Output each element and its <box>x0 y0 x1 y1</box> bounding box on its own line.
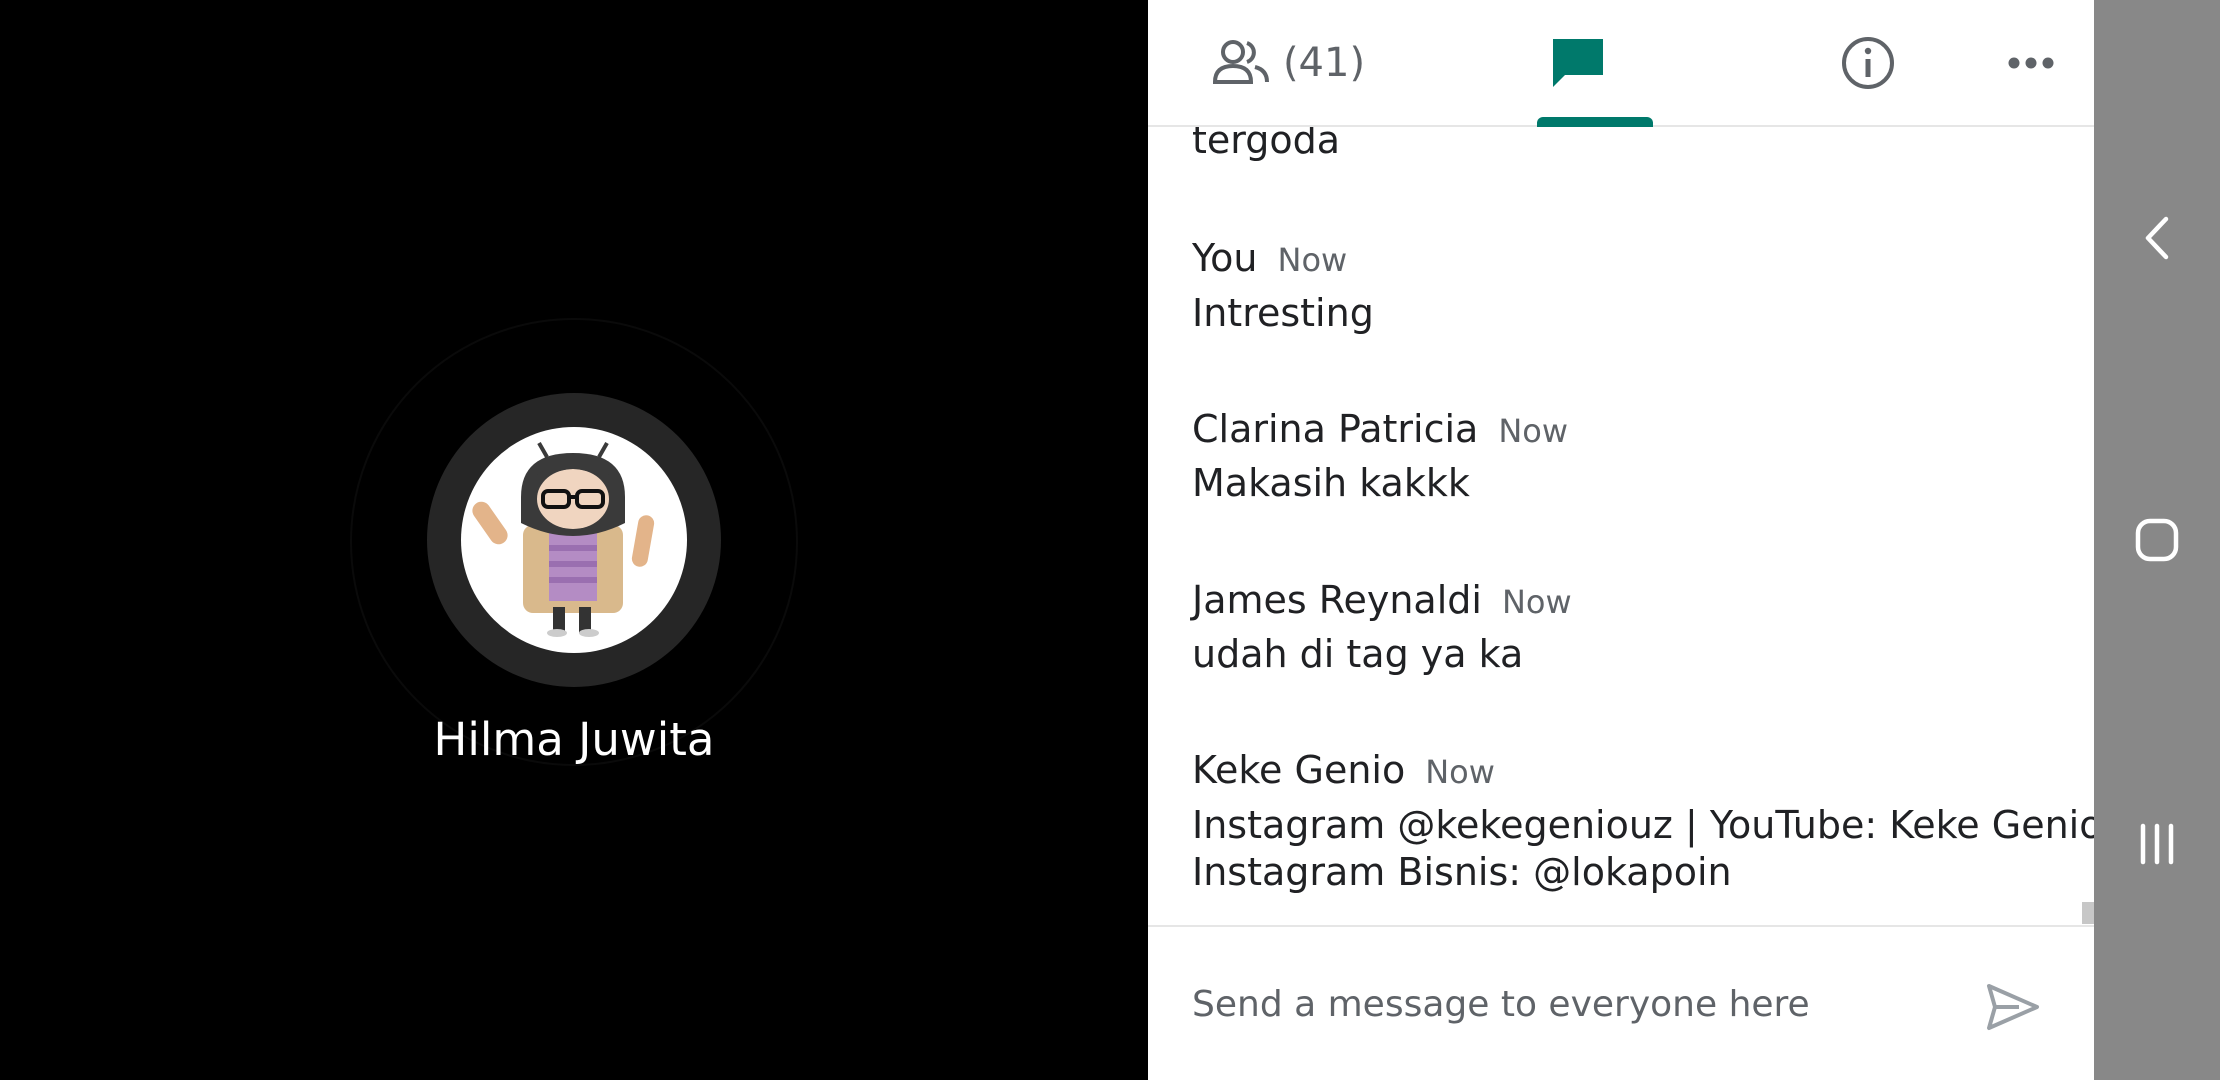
partial-message-text: tergoda <box>1192 127 1341 162</box>
recents-icon <box>2140 823 2174 865</box>
system-navigation-bar <box>2094 0 2220 1080</box>
tab-chat[interactable] <box>1498 0 1658 125</box>
people-icon <box>1212 39 1269 84</box>
panel-tab-bar: (41) <box>1148 0 2094 127</box>
more-horizontal-icon <box>2008 57 2054 68</box>
send-icon <box>1987 984 2039 1030</box>
message-text: Instagram Bisnis: @lokapoin <box>1192 850 1732 894</box>
tab-people[interactable]: (41) <box>1208 0 1368 125</box>
message-text: Makasih kakkk <box>1192 461 1470 505</box>
chat-message-list[interactable]: tergoda You Now Intresting Clarina Patric… <box>1148 127 2094 925</box>
message-header: Clarina Patricia Now <box>1192 406 1568 455</box>
back-button[interactable] <box>2094 178 2220 298</box>
message-composer <box>1148 925 2094 1080</box>
participant-stage: Hilma Juwita <box>0 0 1148 1080</box>
chat-scrollbar-thumb[interactable] <box>2082 902 2094 924</box>
message-time: Now <box>1425 753 1495 791</box>
people-count: (41) <box>1282 39 1366 86</box>
message-text: udah di tag ya ka <box>1192 632 1524 676</box>
participant-name: Hilma Juwita <box>433 713 715 766</box>
tab-info[interactable] <box>1788 0 1948 125</box>
message-time: Now <box>1501 583 1572 621</box>
message-input[interactable] <box>1192 979 1952 1029</box>
message-sender: Keke Genio <box>1192 748 1406 792</box>
active-tab-indicator <box>1537 117 1653 127</box>
chat-icon <box>1553 38 1603 87</box>
home-button[interactable] <box>2094 480 2220 600</box>
message-text: Instagram @kekegeniouz | YouTube: Keke G… <box>1192 803 2094 847</box>
recents-button[interactable] <box>2094 784 2220 904</box>
meet-call-screen: Hilma Juwita (41) tergoda You Now Intres… <box>0 0 2220 1080</box>
more-options-button[interactable] <box>1968 0 2094 125</box>
info-icon <box>1842 36 1894 89</box>
participant-avatar <box>461 427 687 653</box>
android-girl-avatar-icon <box>472 442 655 637</box>
message-sender: James Reynaldi <box>1192 578 1482 622</box>
message-header: You Now <box>1192 235 1347 284</box>
chat-panel: (41) tergoda You Now Intresting Clarina … <box>1148 0 2094 1080</box>
message-header: James Reynaldi Now <box>1192 577 1572 626</box>
back-icon <box>2145 216 2169 260</box>
home-icon <box>2135 518 2179 562</box>
message-sender: You <box>1192 236 1258 280</box>
message-time: Now <box>1277 241 1348 279</box>
message-sender: Clarina Patricia <box>1192 407 1479 451</box>
message-time: Now <box>1498 412 1569 450</box>
send-button[interactable] <box>1978 977 2048 1037</box>
message-text: Intresting <box>1192 291 1374 335</box>
message-header: Keke Genio Now <box>1192 747 1495 796</box>
